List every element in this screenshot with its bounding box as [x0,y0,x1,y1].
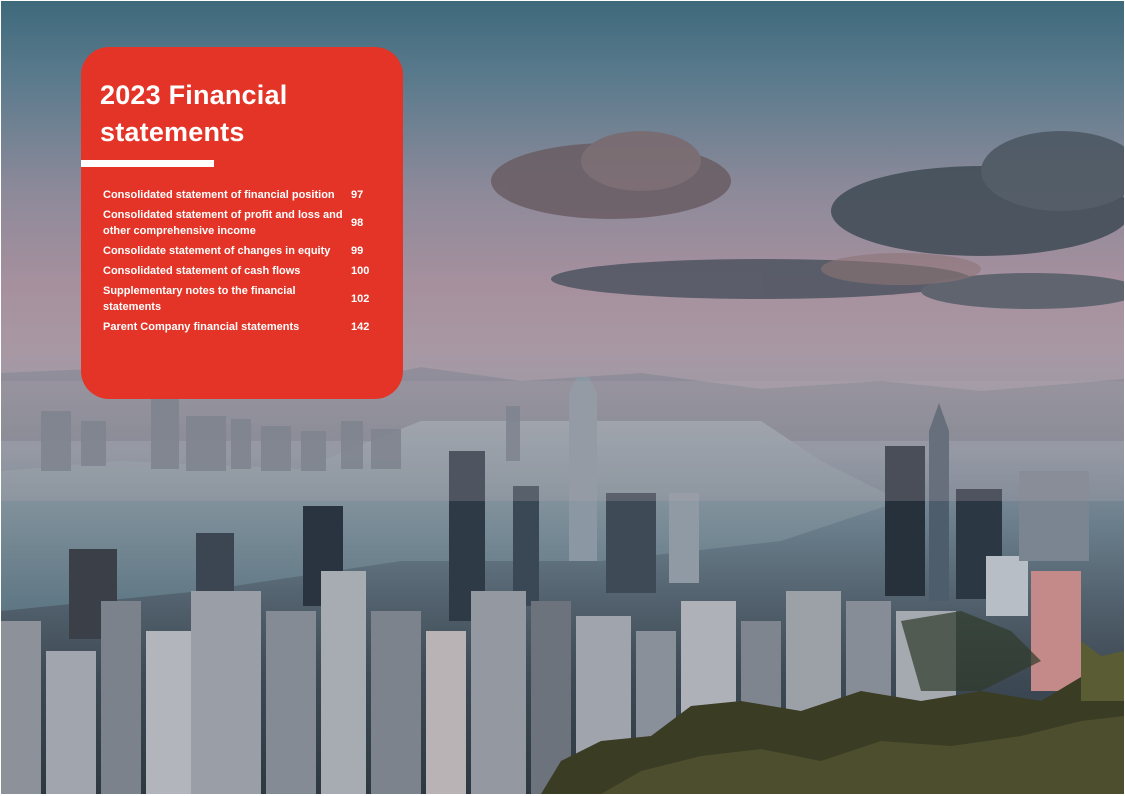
toc-item[interactable]: Consolidated statement of cash flows 100 [103,263,385,279]
toc-item-page: 97 [351,189,364,201]
toc-item-label: Supplementary notes to the financial sta… [103,285,296,313]
toc-item-label: Consolidated statement of financial posi… [103,189,335,201]
title-divider [81,160,214,167]
page: 2023 Financial statements Consolidated s… [1,1,1124,794]
contents-card: 2023 Financial statements Consolidated s… [81,47,403,399]
toc-item[interactable]: Parent Company financial statements 142 [103,319,385,335]
toc-item[interactable]: Consolidated statement of financial posi… [103,187,385,203]
toc-item-label: Consolidated statement of cash flows [103,265,301,277]
toc-item[interactable]: Supplementary notes to the financial sta… [103,283,385,315]
toc-item-label: Parent Company financial statements [103,321,300,333]
toc-item-page: 102 [351,293,370,305]
toc-item-page: 100 [351,265,370,277]
page-title: 2023 Financial statements [100,80,288,147]
toc-item-page: 98 [351,217,364,229]
toc-item-label: Consolidate statement of changes in equi… [103,245,331,257]
toc-list: Consolidated statement of financial posi… [103,187,385,339]
toc-item[interactable]: Consolidate statement of changes in equi… [103,243,385,259]
toc-item-page: 99 [351,245,364,257]
clouds [491,131,1124,309]
toc-item-label: Consolidated statement of profit and los… [103,209,343,237]
toc-item[interactable]: Consolidated statement of profit and los… [103,207,385,239]
toc-item-page: 142 [351,321,370,333]
